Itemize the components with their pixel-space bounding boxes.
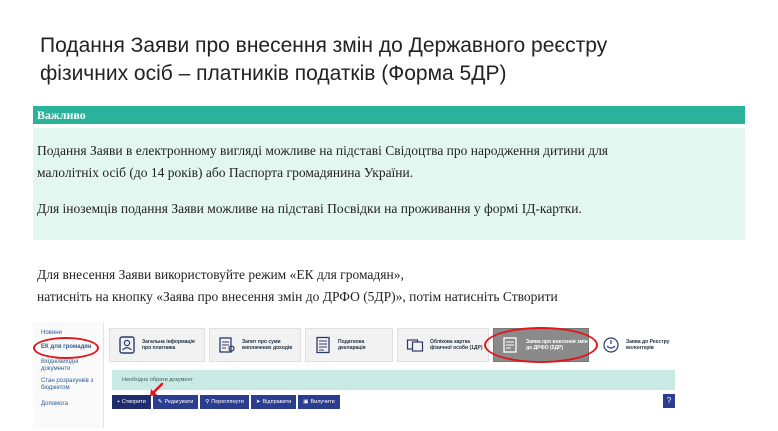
tile-label: Запит про суми виплачених доходів — [242, 339, 293, 351]
tile-general-info[interactable]: Загальна інформація про платника — [109, 328, 205, 362]
delete-button-label: Вилучити — [310, 399, 335, 405]
document-query-icon — [216, 334, 238, 356]
send-icon: ➤ — [255, 399, 261, 405]
tile-registration-card[interactable]: Облікова картка фізичної особи (1ДР) — [397, 328, 489, 362]
important-paragraph-2: Для іноземців подання Заяви можливе на п… — [37, 201, 582, 216]
instructions-line-2: натисніть на кнопку «Заява про внесення … — [37, 289, 558, 304]
send-button[interactable]: ➤ Відправити — [250, 395, 297, 409]
important-paragraph-1: Подання Заяви в електронному вигляді мож… — [37, 140, 735, 184]
edit-button-label: Редагувати — [164, 399, 194, 405]
person-card-icon — [116, 334, 138, 356]
sidebar-item-help[interactable]: Допомога — [41, 401, 68, 408]
cards-icon — [404, 334, 426, 356]
page-title-line-2: фізичних осіб – платників податків (Форм… — [40, 62, 507, 85]
view-button[interactable]: ⚲ Переглянути — [200, 395, 249, 409]
sidebar-item-budget[interactable]: Стан розрахунків з бюджетом — [41, 378, 99, 392]
trash-icon: ▣ — [303, 399, 309, 405]
important-header: Важливо — [33, 106, 745, 124]
tile-tax-declaration[interactable]: Податкова декларація — [305, 328, 393, 362]
important-paragraph-1-line-1: Подання Заяви в електронному вигляді мож… — [37, 143, 609, 158]
important-info-box: Подання Заяви в електронному вигляді мож… — [33, 128, 745, 240]
send-button-label: Відправити — [262, 399, 292, 405]
instructions-line-1: Для внесення Заяви використовуйте режим … — [37, 267, 404, 282]
page-title-line-1: Подання Заяви про внесення змін до Держа… — [40, 34, 608, 57]
tile-income-request[interactable]: Запит про суми виплачених доходів — [209, 328, 301, 362]
tile-label: Загальна інформація про платника — [142, 339, 195, 351]
highlight-oval-tile — [484, 327, 598, 363]
tile-volunteer-register[interactable]: Заява до Реєстру волонтерів — [593, 328, 683, 362]
declaration-icon — [312, 334, 334, 356]
create-button[interactable]: + Створити — [112, 395, 151, 409]
sidebar-item-news[interactable]: Новини — [41, 330, 62, 337]
important-paragraph-1-line-2: малолітніх осіб (до 14 років) або Паспор… — [37, 165, 414, 180]
delete-button[interactable]: ▣ Вилучити — [298, 395, 340, 409]
view-button-label: Переглянути — [211, 399, 244, 405]
hands-icon — [600, 334, 622, 356]
sidebar-item-documents[interactable]: Вхідні/вихідні документи — [41, 359, 97, 373]
help-button[interactable]: ? — [663, 394, 675, 408]
tile-label: Податкова декларація — [338, 339, 366, 351]
notice-select-document: Необхідно обрати документ — [112, 370, 675, 390]
embedded-screenshot: Новини ЕК для громадян Вхідні/вихідні до… — [33, 322, 683, 428]
tile-label: Заява до Реєстру волонтерів — [626, 339, 670, 351]
page-title: Подання Заяви про внесення змін до Держа… — [40, 32, 740, 88]
highlight-oval-sidebar — [33, 337, 99, 359]
search-icon: ⚲ — [205, 399, 210, 405]
instructions: Для внесення Заяви використовуйте режим … — [37, 264, 747, 308]
tile-label: Облікова картка фізичної особи (1ДР) — [430, 339, 483, 351]
red-arrow-icon — [150, 382, 164, 396]
